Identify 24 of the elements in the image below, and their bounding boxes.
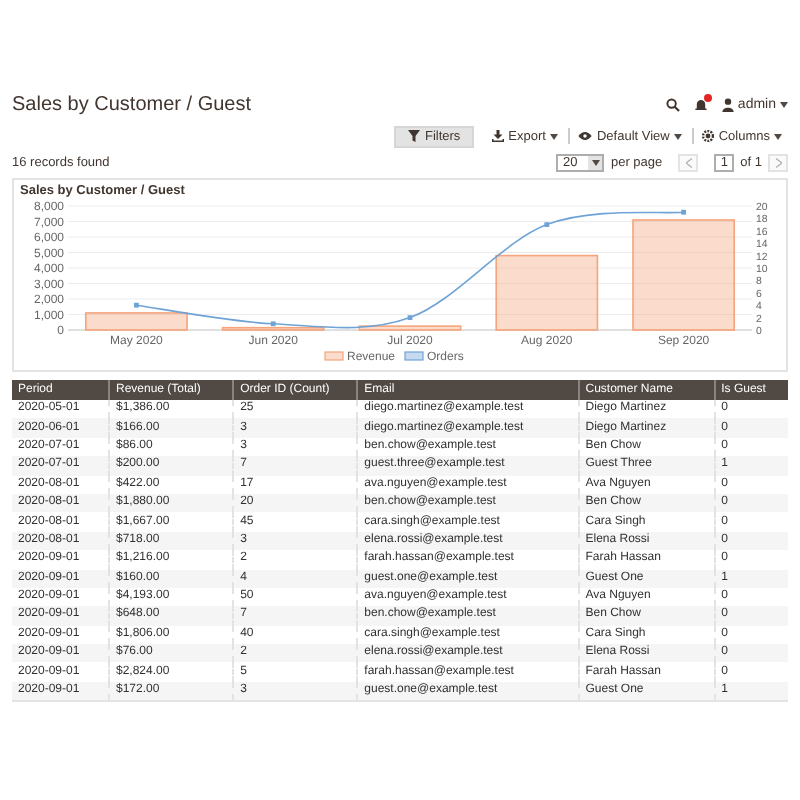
chevron-right-icon <box>775 158 781 168</box>
notification-icon[interactable] <box>693 97 708 111</box>
bar <box>358 325 462 331</box>
search-icon[interactable] <box>665 97 680 111</box>
bar <box>495 254 599 331</box>
gear-icon <box>702 130 715 142</box>
page-title: Sales by Customer / Guest <box>12 93 251 115</box>
bar <box>221 326 325 331</box>
eye-icon <box>578 132 593 140</box>
data-point <box>544 222 550 227</box>
chevron-left-icon <box>685 158 692 168</box>
user-icon <box>721 97 734 111</box>
caret-icon <box>780 101 788 107</box>
bar <box>85 312 188 331</box>
caret-icon <box>591 160 600 166</box>
bar <box>632 219 735 331</box>
caret-icon <box>774 133 782 139</box>
caret-icon <box>673 133 682 139</box>
data-point <box>681 209 686 215</box>
data-point <box>134 302 139 308</box>
download-icon <box>492 130 505 142</box>
caret-icon <box>549 133 558 139</box>
filter-icon <box>408 130 421 142</box>
data-point <box>407 315 413 320</box>
